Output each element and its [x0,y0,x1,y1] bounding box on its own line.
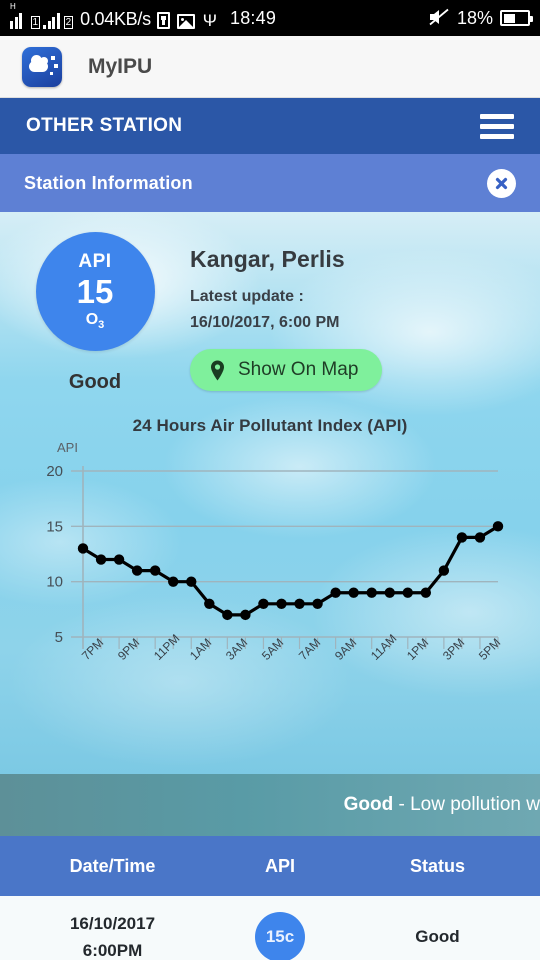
signal-bars-icon: H [10,2,27,29]
marquee-text: Good - Low pollution w [344,794,540,816]
location-pin-icon [210,360,225,381]
clock-label: 18:49 [229,7,277,28]
latest-update-value: 16/10/2017, 6:00 PM [190,314,340,331]
sub-header: Station Information [0,154,540,212]
api-chart: 24 Hours Air Pollutant Index (API) API 5… [0,416,540,666]
column-header-datetime: Date/Time [69,855,156,876]
chart-x-tick-label: 7PM [79,635,107,663]
mute-icon [428,8,450,29]
status-bar: H 1 2 0.04KB/s Ψ 18:49 18% [0,0,540,36]
hamburger-menu-icon[interactable] [480,113,514,139]
column-header-api: API [264,855,295,876]
station-details: Kangar, Perlis Latest update : 16/10/201… [190,232,540,394]
chart-x-tick-label: 9PM [115,635,143,663]
sub-header-title: Station Information [24,172,193,193]
nav-title: OTHER STATION [26,115,183,136]
marquee-separator: - [393,794,411,815]
marquee-status: Good [343,794,394,815]
chart-x-tick-label: 1PM [403,635,432,663]
sim1-label: 1 [30,15,41,29]
station-summary-card: API 15 O3 Good Kangar, Perlis Latest upd… [0,212,540,394]
close-icon[interactable] [487,168,516,198]
chart-x-tick-label: 9AM [331,635,359,663]
battery-percent-label: 18% [456,7,493,28]
app-bar: MyIPU [0,36,540,98]
api-value-circle: API 15 O3 [35,232,155,351]
cell-api: 15c [225,912,335,960]
chart-x-tick-label: 5PM [475,635,504,663]
station-content-panel: API 15 O3 Good Kangar, Perlis Latest upd… [0,212,540,774]
show-on-map-button[interactable]: Show On Map [190,349,383,391]
chart-x-tick-label: 5AM [259,635,287,663]
column-header-status: Status [409,855,465,876]
cell-status: Good [415,927,460,946]
chart-x-tick-label: 11PM [151,631,183,663]
table-row[interactable]: 16/10/2017 6:00PM 15c Good [0,896,540,960]
chart-x-tick-label: 11AM [367,631,400,663]
api-circle-label: API [78,251,112,273]
status-badge: Good [68,371,122,393]
chart-x-tick-labels: 7PM 9PM 11PM 1AM 3AM 5AM 7AM 9AM 11AM 1PM 3PM 5PM [0,416,540,666]
app-logo-icon [22,46,62,87]
usb-icon: Ψ [202,10,217,30]
signal-bars-icon-2 [43,12,60,29]
api-circle-value: 15 [76,273,114,311]
sd-card-icon [156,11,170,29]
chart-x-tick-label: 7AM [295,635,323,663]
show-on-map-label: Show On Map [238,359,359,380]
network-type-label: H [10,1,16,11]
battery-icon [500,10,533,26]
cell-datetime: 16/10/2017 6:00PM [0,910,225,960]
status-bar-right: 18% [428,7,533,29]
nav-bar: OTHER STATION [0,98,540,154]
data-speed-label: 0.04KB/s [80,8,151,29]
sim2-label: 2 [63,15,74,29]
api-summary: API 15 O3 Good [0,232,190,394]
pollutant-label: O3 [85,311,105,332]
marquee-description: Low pollution w [410,794,540,815]
cell-date: 16/10/2017 [69,914,156,933]
status-marquee-banner: Good - Low pollution w [0,774,540,836]
image-icon [176,13,195,29]
api-pill: 15c [255,912,305,960]
cell-time: 6:00PM [82,941,143,960]
app-title: MyIPU [88,54,153,78]
chart-x-tick-label: 3PM [439,635,468,663]
status-bar-left: H 1 2 0.04KB/s Ψ 18:49 [10,2,428,30]
station-name: Kangar, Perlis [190,246,345,272]
latest-update-label: Latest update : [190,288,304,305]
chart-x-tick-label: 1AM [187,635,215,663]
history-table-header: Date/Time API Status [0,836,540,896]
chart-x-tick-label: 3AM [223,635,251,663]
